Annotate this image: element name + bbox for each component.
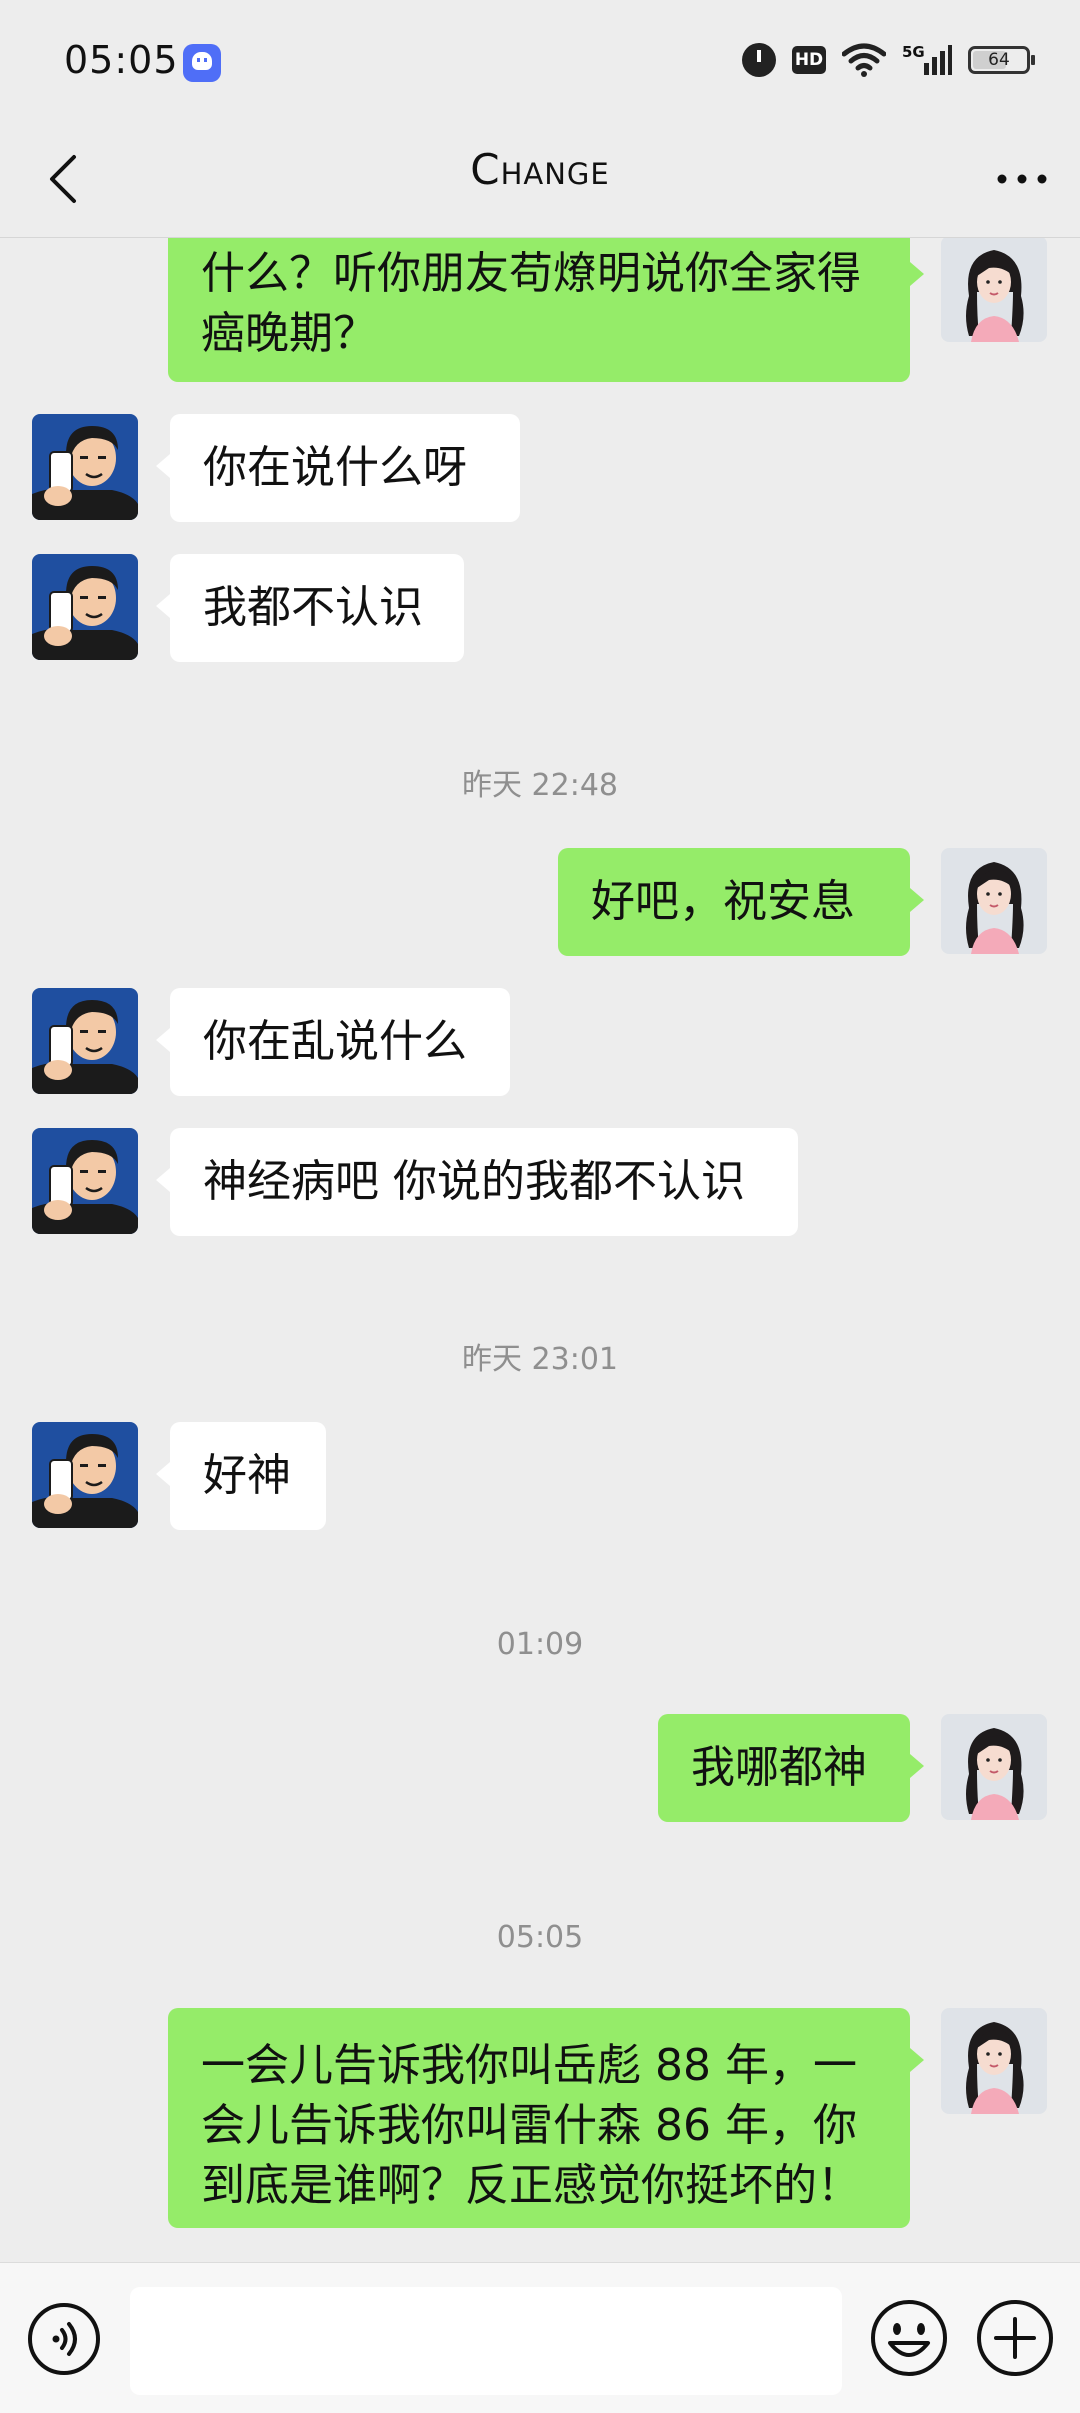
timestamp: 05:05 bbox=[496, 1920, 584, 1955]
sent-message-bubble[interactable]: 什么？听你朋友苟燎明说你全家得癌晚期？ bbox=[168, 216, 910, 382]
my-avatar[interactable] bbox=[941, 848, 1047, 954]
timestamp: 昨天 23:01 bbox=[462, 1342, 618, 1377]
bubble-tail bbox=[156, 594, 170, 618]
timestamp: 昨天 22:48 bbox=[462, 768, 618, 803]
bubble-tail bbox=[156, 1028, 170, 1052]
wifi-icon bbox=[842, 43, 886, 77]
bubble-tail bbox=[910, 2048, 924, 2072]
sent-message-bubble[interactable]: 我哪都神 bbox=[658, 1714, 910, 1822]
status-time: 05:05 bbox=[64, 38, 179, 82]
hd-icon: HD bbox=[792, 46, 826, 74]
bubble-tail bbox=[910, 888, 924, 912]
alarm-icon bbox=[742, 43, 776, 77]
bubble-tail bbox=[156, 1462, 170, 1486]
message-text: 我哪都神 bbox=[691, 1742, 867, 1793]
message-text: 好神 bbox=[203, 1450, 291, 1501]
contact-avatar[interactable] bbox=[32, 1422, 138, 1528]
qq-ghost-icon bbox=[183, 44, 221, 82]
bubble-tail bbox=[910, 262, 924, 286]
contact-avatar[interactable] bbox=[32, 1128, 138, 1234]
message-text: 你在说什么呀 bbox=[203, 442, 467, 493]
message-text: 一会儿告诉我你叫岳彪 88 年，一会儿告诉我你叫雷什森 86 年，你到底是谁啊？… bbox=[201, 2040, 861, 2211]
contact-avatar[interactable] bbox=[32, 988, 138, 1094]
received-message-bubble[interactable]: 你在说什么呀 bbox=[170, 414, 520, 522]
timestamp: 01:09 bbox=[496, 1627, 584, 1662]
my-avatar[interactable] bbox=[941, 2008, 1047, 2114]
status-icons: HD 5G 64 bbox=[742, 38, 1035, 82]
more-dots-icon[interactable] bbox=[990, 149, 1054, 209]
my-avatar[interactable] bbox=[941, 1714, 1047, 1820]
emoji-icon[interactable] bbox=[868, 2297, 950, 2379]
bubble-tail bbox=[156, 454, 170, 478]
contact-avatar[interactable] bbox=[32, 554, 138, 660]
contact-avatar[interactable] bbox=[32, 414, 138, 520]
battery-icon: 64 bbox=[968, 46, 1035, 74]
bubble-tail bbox=[910, 1754, 924, 1778]
sent-message-bubble[interactable]: 好吧，祝安息 bbox=[558, 848, 910, 956]
5g-signal-icon: 5G bbox=[902, 43, 952, 77]
battery-level: 64 bbox=[988, 50, 1010, 70]
message-text: 你在乱说什么 bbox=[203, 1016, 467, 1067]
bubble-tail bbox=[156, 1168, 170, 1192]
chat-header: Change bbox=[0, 125, 1080, 238]
plus-icon[interactable] bbox=[974, 2297, 1056, 2379]
status-bar: 05:05 HD 5G 64 bbox=[0, 0, 1080, 125]
message-text: 什么？听你朋友苟燎明说你全家得癌晚期？ bbox=[201, 248, 861, 359]
message-text: 好吧，祝安息 bbox=[591, 876, 855, 927]
message-input[interactable] bbox=[130, 2287, 842, 2395]
received-message-bubble[interactable]: 神经病吧 你说的我都不认识 bbox=[170, 1128, 798, 1236]
message-text: 神经病吧 你说的我都不认识 bbox=[203, 1156, 745, 1207]
received-message-bubble[interactable]: 好神 bbox=[170, 1422, 326, 1530]
received-message-bubble[interactable]: 你在乱说什么 bbox=[170, 988, 510, 1096]
received-message-bubble[interactable]: 我都不认识 bbox=[170, 554, 464, 662]
chat-title: Change bbox=[470, 145, 610, 194]
voice-icon[interactable] bbox=[26, 2301, 102, 2377]
my-avatar[interactable] bbox=[941, 236, 1047, 342]
message-text: 我都不认识 bbox=[203, 582, 423, 633]
input-bar bbox=[0, 2262, 1080, 2413]
sent-message-bubble[interactable]: 一会儿告诉我你叫岳彪 88 年，一会儿告诉我你叫雷什森 86 年，你到底是谁啊？… bbox=[168, 2008, 910, 2228]
